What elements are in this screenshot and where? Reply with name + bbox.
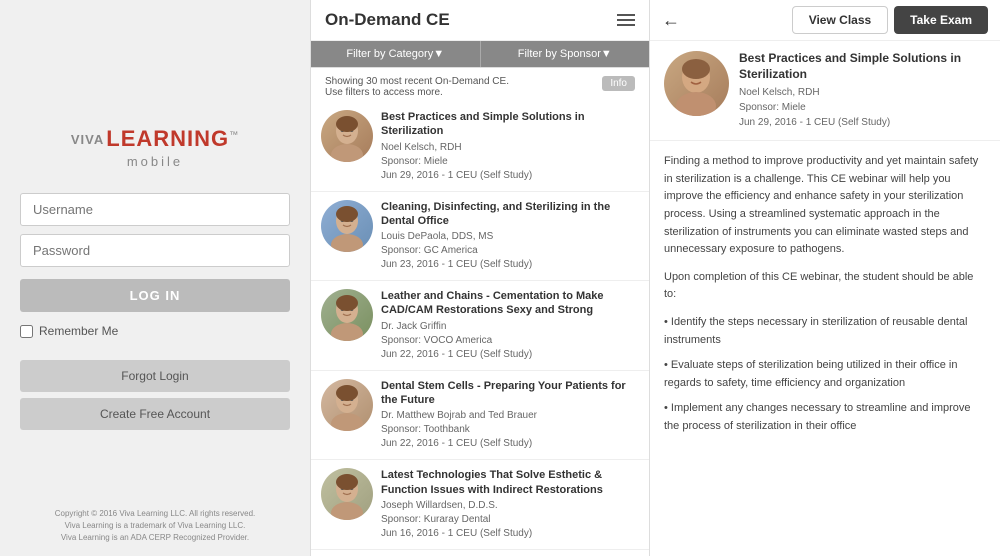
right-panel: ← View Class Take Exam Best Practices an…: [650, 0, 1000, 556]
course-sponsor: Sponsor: Kuraray Dental: [381, 513, 639, 527]
course-sponsor: Sponsor: Toothbank: [381, 423, 639, 437]
objectives-intro: Upon completion of this CE webinar, the …: [664, 269, 986, 304]
left-panel: VIVA LEARNING™ mobile LOG IN Remember Me…: [0, 0, 310, 556]
course-dateceu: Jun 22, 2016 - 1 CEU (Self Study): [381, 348, 639, 362]
logo: VIVA LEARNING™: [71, 126, 239, 152]
course-list-item[interactable]: Cleaning, Disinfecting, and Sterilizing …: [311, 192, 649, 282]
course-author: Joseph Willardsen, D.D.S.: [381, 499, 639, 513]
course-avatar-image: [321, 110, 373, 162]
objective-item: Identify the steps necessary in steriliz…: [664, 314, 986, 349]
course-sponsor: Sponsor: GC America: [381, 244, 639, 258]
hamburger-menu-icon[interactable]: [617, 14, 635, 26]
create-account-button[interactable]: Create Free Account: [20, 398, 290, 430]
course-detail-header: Best Practices and Simple Solutions in S…: [650, 41, 1000, 141]
course-avatar: [321, 468, 373, 520]
detail-course-title: Best Practices and Simple Solutions in S…: [739, 51, 986, 82]
course-list-item[interactable]: Basics of Implant Placement Protocols Jo…: [311, 550, 649, 556]
copyright-text: Copyright © 2016 Viva Learning LLC. All …: [55, 508, 256, 544]
filter-category-button[interactable]: Filter by Category▼: [311, 41, 481, 67]
course-author: Dr. Matthew Bojrab and Ted Brauer: [381, 409, 639, 423]
course-avatar: [321, 289, 373, 341]
middle-title: On-Demand CE: [325, 10, 450, 30]
course-author: Louis DePaola, DDS, MS: [381, 230, 639, 244]
course-title: Leather and Chains - Cementation to Make…: [381, 289, 639, 318]
course-dateceu: Jun 16, 2016 - 1 CEU (Self Study): [381, 527, 639, 541]
course-avatar: [321, 110, 373, 162]
detail-info: Best Practices and Simple Solutions in S…: [739, 51, 986, 130]
showing-text-area: Showing 30 most recent On-Demand CE. Use…: [311, 68, 649, 102]
course-title: Latest Technologies That Solve Esthetic …: [381, 468, 639, 497]
course-info: Leather and Chains - Cementation to Make…: [381, 289, 639, 362]
view-class-button[interactable]: View Class: [792, 6, 888, 34]
info-button[interactable]: Info: [602, 76, 635, 91]
course-list: Best Practices and Simple Solutions in S…: [311, 102, 649, 556]
objectives-list: Identify the steps necessary in steriliz…: [664, 314, 986, 436]
objective-item: Implement any changes necessary to strea…: [664, 400, 986, 435]
course-avatar-image: [321, 200, 373, 252]
course-description: Finding a method to improve productivity…: [650, 141, 1000, 556]
course-title: Dental Stem Cells - Preparing Your Patie…: [381, 379, 639, 408]
remember-me-area: Remember Me: [20, 324, 118, 338]
course-avatar-image: [321, 379, 373, 431]
password-input[interactable]: [20, 234, 290, 267]
course-avatar: [321, 200, 373, 252]
course-avatar: [321, 379, 373, 431]
course-avatar-image: [321, 289, 373, 341]
course-sponsor: Sponsor: VOCO America: [381, 334, 639, 348]
right-header: ← View Class Take Exam: [650, 0, 1000, 41]
course-list-item[interactable]: Dental Stem Cells - Preparing Your Patie…: [311, 371, 649, 461]
course-dateceu: Jun 23, 2016 - 1 CEU (Self Study): [381, 258, 639, 272]
course-info: Latest Technologies That Solve Esthetic …: [381, 468, 639, 541]
course-title: Best Practices and Simple Solutions in S…: [381, 110, 639, 139]
showing-text: Showing 30 most recent On-Demand CE. Use…: [325, 76, 509, 98]
detail-avatar: [664, 51, 729, 116]
course-dateceu: Jun 22, 2016 - 1 CEU (Self Study): [381, 437, 639, 451]
course-list-item[interactable]: Best Practices and Simple Solutions in S…: [311, 102, 649, 192]
course-info: Dental Stem Cells - Preparing Your Patie…: [381, 379, 639, 452]
course-info: Cleaning, Disinfecting, and Sterilizing …: [381, 200, 639, 273]
back-arrow-icon[interactable]: ←: [662, 10, 680, 31]
course-list-item[interactable]: Leather and Chains - Cementation to Make…: [311, 281, 649, 371]
header-buttons: View Class Take Exam: [792, 6, 988, 34]
login-button[interactable]: LOG IN: [20, 279, 290, 312]
middle-header: On-Demand CE: [311, 0, 649, 41]
course-sponsor: Sponsor: Miele: [381, 155, 639, 169]
logo-area: VIVA LEARNING™ mobile: [71, 126, 239, 169]
course-author: Noel Kelsch, RDH: [381, 141, 639, 155]
objective-item: Evaluate steps of sterilization being ut…: [664, 357, 986, 392]
description-paragraph: Finding a method to improve productivity…: [664, 153, 986, 259]
course-avatar-image: [321, 468, 373, 520]
forgot-login-button[interactable]: Forgot Login: [20, 360, 290, 392]
filter-bar: Filter by Category▼ Filter by Sponsor▼: [311, 41, 649, 68]
logo-mobile: mobile: [127, 154, 183, 169]
login-form: LOG IN Remember Me: [20, 193, 290, 338]
course-list-item[interactable]: Latest Technologies That Solve Esthetic …: [311, 460, 649, 550]
course-author: Dr. Jack Griffin: [381, 320, 639, 334]
take-exam-button[interactable]: Take Exam: [894, 6, 988, 34]
remember-me-checkbox[interactable]: [20, 325, 33, 338]
remember-me-label: Remember Me: [39, 324, 118, 338]
detail-course-sponsor: Sponsor: Miele: [739, 100, 986, 115]
username-input[interactable]: [20, 193, 290, 226]
detail-course-author: Noel Kelsch, RDH: [739, 85, 986, 100]
learning-text: LEARNING™: [106, 126, 239, 152]
middle-panel: On-Demand CE Filter by Category▼ Filter …: [310, 0, 650, 556]
viva-text: VIVA: [71, 132, 104, 147]
course-dateceu: Jun 29, 2016 - 1 CEU (Self Study): [381, 169, 639, 183]
course-title: Cleaning, Disinfecting, and Sterilizing …: [381, 200, 639, 229]
filter-sponsor-button[interactable]: Filter by Sponsor▼: [481, 41, 650, 67]
detail-course-dateceu: Jun 29, 2016 - 1 CEU (Self Study): [739, 115, 986, 130]
detail-avatar-image: [664, 51, 729, 116]
course-info: Best Practices and Simple Solutions in S…: [381, 110, 639, 183]
